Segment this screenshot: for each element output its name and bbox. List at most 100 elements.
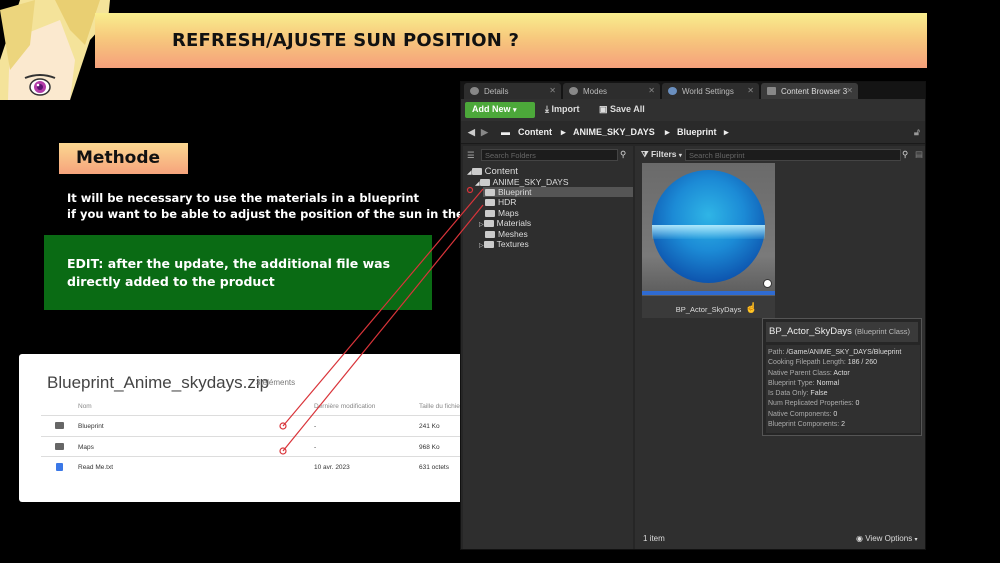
- tree-item-blueprint[interactable]: Blueprint: [485, 187, 532, 197]
- tree-label: HDR: [498, 197, 517, 207]
- view-options-button[interactable]: ◉ View Options ▾: [856, 534, 917, 543]
- zip-table-header: Nom Dernière modification Taille du fich…: [41, 400, 515, 416]
- tab-details[interactable]: Details ✕: [464, 83, 561, 99]
- column-modified-header[interactable]: Dernière modification: [314, 403, 375, 410]
- column-name-header[interactable]: Nom: [78, 403, 92, 410]
- row-name: Read Me.txt: [78, 464, 114, 471]
- breadcrumb-content[interactable]: Content: [518, 127, 552, 137]
- page-title: REFRESH/AJUSTE SUN POSITION ?: [172, 30, 520, 51]
- table-row[interactable]: Blueprint - 241 Ko: [41, 416, 515, 437]
- tab-content-browser[interactable]: Content Browser 3 ✕: [761, 83, 858, 99]
- tree-toggle-icon[interactable]: ☰: [467, 150, 475, 161]
- column-size-header[interactable]: Taille du fichier: [419, 403, 462, 410]
- search-icon: ⚲: [902, 149, 909, 159]
- close-icon[interactable]: ✕: [549, 86, 556, 95]
- zip-file-listing: Blueprint_Anime_skydays.zip 3 éléments N…: [19, 354, 526, 502]
- tree-label: Textures: [496, 239, 529, 249]
- tooltip-row: Num Replicated Properties: 0: [768, 400, 860, 408]
- tree-item-materials[interactable]: ▷ Materials: [479, 218, 531, 228]
- folder-icon: [55, 442, 64, 450]
- expand-arrow-icon[interactable]: ▷: [479, 222, 484, 228]
- tooltip-row: Native Components: 0: [768, 410, 838, 418]
- folder-icon: [485, 189, 495, 196]
- tree-label: Maps: [498, 208, 519, 218]
- tooltip-row: Is Data Only: False: [768, 390, 828, 398]
- zip-table: Nom Dernière modification Taille du fich…: [41, 400, 515, 478]
- lock-icon[interactable]: 🔓︎: [914, 127, 920, 138]
- tab-modes[interactable]: Modes ✕: [563, 83, 660, 99]
- close-icon[interactable]: ✕: [846, 86, 853, 95]
- breadcrumb-separator-icon[interactable]: ▸: [724, 127, 729, 138]
- actor-class-icon: [763, 279, 772, 288]
- modes-icon: [569, 87, 578, 95]
- method-label-box: Methode: [59, 143, 188, 174]
- row-name: Blueprint: [78, 423, 104, 430]
- asset-tile[interactable]: BP_Actor_SkyDays: [642, 163, 775, 318]
- method-description: It will be necessary to use the material…: [67, 190, 504, 222]
- import-button[interactable]: ⤓ Import: [545, 104, 580, 115]
- tree-item-hdr[interactable]: HDR: [485, 197, 516, 207]
- tree-item-maps[interactable]: Maps: [485, 208, 519, 218]
- search-folders-input[interactable]: Search Folders: [481, 149, 618, 161]
- folder-tree-pane: ☰ Search Folders ⚲ ◢ Content ◢ ANIME_SKY_D…: [463, 146, 633, 549]
- table-row[interactable]: Maps - 968 Ko: [41, 437, 515, 457]
- row-size: 241 Ko: [419, 423, 440, 430]
- tooltip-row: Native Parent Class: Actor: [768, 369, 850, 377]
- asset-type-bar: [642, 291, 775, 295]
- edit-note: EDIT: after the update, the additional f…: [67, 256, 391, 289]
- breadcrumb-blueprint[interactable]: Blueprint: [677, 127, 717, 137]
- folder-icon: [483, 241, 494, 248]
- import-label: Import: [551, 104, 580, 114]
- tooltip-title: BP_Actor_SkyDays (Blueprint Class): [769, 326, 910, 337]
- tab-world-settings[interactable]: World Settings ✕: [662, 83, 759, 99]
- tab-label: Modes: [583, 87, 608, 96]
- anime-character-avatar: [0, 0, 110, 100]
- search-icon: ⚲: [620, 149, 627, 159]
- search-blueprint-input[interactable]: Search Blueprint: [685, 149, 901, 161]
- tooltip-row: Cooking Filepath Length: 186 / 260: [768, 359, 877, 367]
- row-modified: -: [314, 443, 317, 451]
- globe-icon: [668, 87, 677, 95]
- folder-icon: [485, 231, 495, 238]
- tree-item-content[interactable]: ◢ Content: [467, 166, 518, 177]
- forward-arrow-icon[interactable]: ▶: [481, 127, 488, 138]
- folder-icon: ▬: [501, 127, 510, 137]
- folder-icon: [485, 199, 495, 206]
- tooltip-asset-name: BP_Actor_SkyDays: [769, 326, 852, 337]
- add-new-button[interactable]: Add New ▾: [465, 102, 535, 118]
- breadcrumb-separator-icon[interactable]: ▸: [665, 127, 670, 138]
- tooltip-row: Blueprint Components: 2: [768, 421, 846, 429]
- row-name: Maps: [78, 443, 94, 451]
- row-size: 631 octets: [419, 464, 449, 471]
- filters-button[interactable]: ⧩ Filters ▾: [641, 149, 682, 160]
- filters-label: Filters: [650, 149, 677, 159]
- close-icon[interactable]: ✕: [648, 86, 655, 95]
- row-modified: -: [314, 423, 317, 430]
- content-browser-toolbar: Add New ▾ ⤓ Import ▣ Save All: [461, 99, 925, 121]
- title-banner: REFRESH/AJUSTE SUN POSITION ?: [95, 13, 927, 68]
- tree-item-textures[interactable]: ▷ Textures: [479, 239, 529, 249]
- tab-label: Details: [484, 87, 509, 96]
- zip-filename: Blueprint_Anime_skydays.zip: [47, 373, 270, 392]
- tree-item-meshes[interactable]: Meshes: [485, 229, 528, 239]
- save-all-button[interactable]: ▣ Save All: [599, 104, 645, 115]
- breadcrumb-anime-sky-days[interactable]: ANIME_SKY_DAYS: [573, 127, 655, 137]
- close-icon[interactable]: ✕: [747, 86, 754, 95]
- zip-item-count: 3 éléments: [256, 378, 296, 387]
- filter-icon: ⧩: [641, 149, 649, 159]
- expand-arrow-icon[interactable]: ▷: [479, 243, 484, 249]
- row-modified: 10 avr. 2023: [314, 464, 350, 471]
- description-line-2: if you want to be able to adjust the pos…: [67, 207, 505, 221]
- editor-tab-bar: Details ✕ Modes ✕ World Settings ✕ Conte…: [461, 82, 925, 99]
- tree-item-anime-sky-days[interactable]: ◢ ANIME_SKY_DAYS: [475, 177, 569, 187]
- details-icon: [470, 87, 479, 95]
- breadcrumb: ◀ ▶ ▬ Content ▸ ANIME_SKY_DAYS ▸ Bluepri…: [461, 121, 925, 144]
- tree-label: Blueprint: [498, 187, 532, 197]
- table-row[interactable]: Read Me.txt 10 avr. 2023 631 octets: [41, 457, 515, 478]
- settings-icon[interactable]: ▤: [915, 149, 923, 160]
- breadcrumb-separator-icon[interactable]: ▸: [561, 127, 566, 138]
- asset-tooltip: BP_Actor_SkyDays (Blueprint Class) Path:…: [762, 318, 922, 436]
- edit-note-box: EDIT: after the update, the additional f…: [44, 235, 432, 310]
- back-arrow-icon[interactable]: ◀: [468, 127, 475, 138]
- asset-thumbnail: [642, 163, 775, 296]
